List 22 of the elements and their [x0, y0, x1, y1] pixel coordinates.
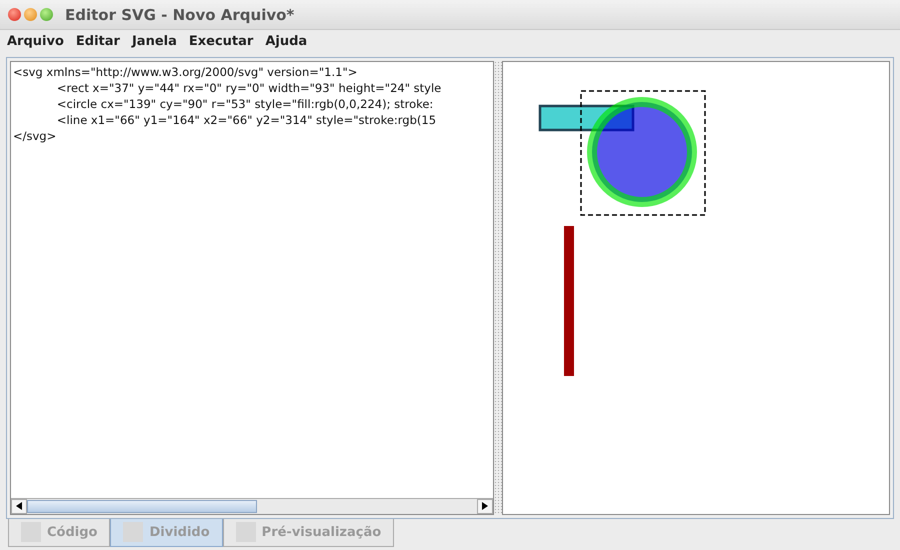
- code-line: <line x1="66" y1="164" x2="66" y2="314" style="stroke:rgb(15: [56, 112, 438, 128]
- scroll-left-icon[interactable]: [11, 498, 27, 514]
- horizontal-scrollbar[interactable]: [11, 498, 494, 514]
- circle-shape[interactable]: [587, 96, 697, 207]
- code-line: <circle cx="139" cy="90" r="53" style="fill:rgb(0,0,224); stroke:: [56, 96, 434, 112]
- close-icon[interactable]: [8, 8, 21, 22]
- menu-item[interactable]: Editar: [76, 34, 120, 49]
- code-line: <rect x="37" y="44" rx="0" ry="0" width="93" height="24" style: [56, 80, 442, 96]
- window-title: Editor SVG - Novo Arquivo*: [65, 6, 294, 24]
- code-line: </svg>: [13, 128, 58, 144]
- menu-item[interactable]: Ajuda: [265, 34, 308, 49]
- rectangle-shape[interactable]: [538, 104, 634, 131]
- menu-item[interactable]: Arquivo: [7, 34, 64, 49]
- selection-frame[interactable]: [580, 90, 706, 216]
- code-line: <svg xmlns="http://www.w3.org/2000/svg" version="1.1">: [13, 64, 358, 80]
- maximize-icon[interactable]: [40, 8, 53, 22]
- scroll-right-icon[interactable]: [477, 498, 494, 514]
- scrollbar-thumb[interactable]: [27, 500, 257, 513]
- tab-icon: [123, 522, 144, 542]
- menu-item[interactable]: Executar: [188, 34, 254, 49]
- minimize-icon[interactable]: [24, 8, 37, 22]
- menu-item[interactable]: Janela: [132, 34, 177, 49]
